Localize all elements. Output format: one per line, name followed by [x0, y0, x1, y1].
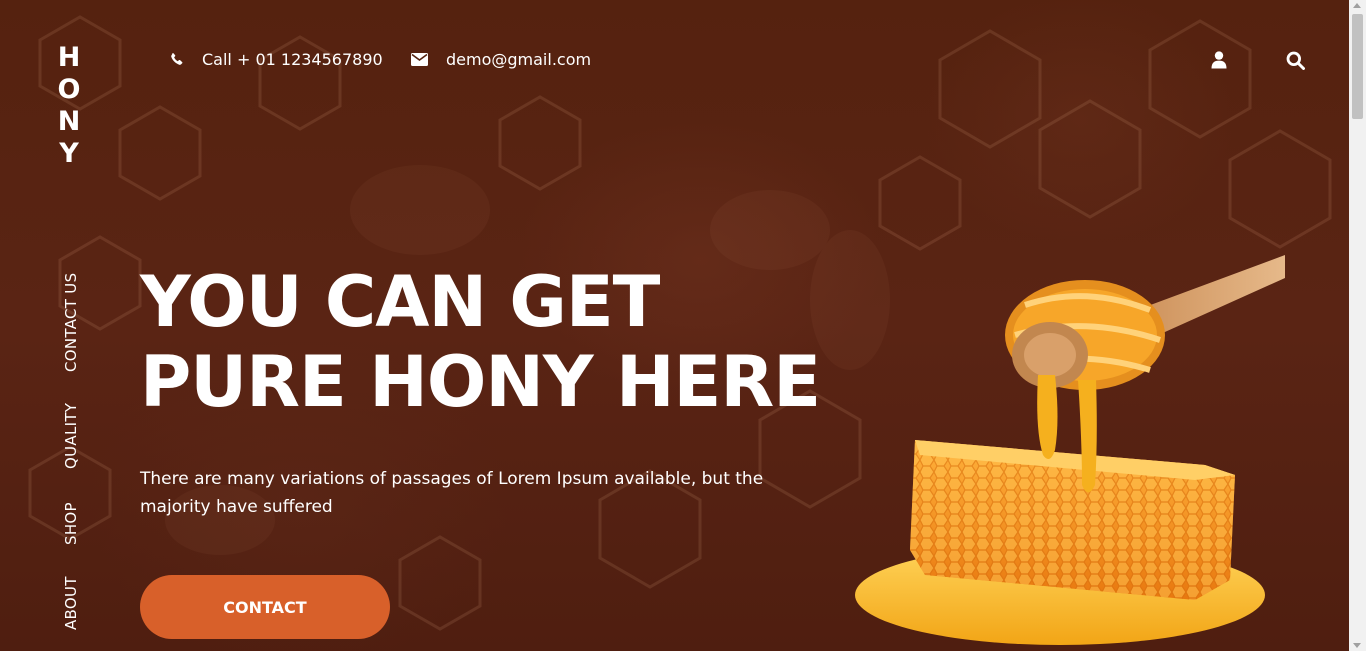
nav-link-about[interactable]: ABOUT — [62, 576, 80, 630]
header-email[interactable]: demo@gmail.com — [411, 47, 591, 71]
logo-letter: O — [57, 74, 81, 105]
hero-description: There are many variations of passages of… — [140, 469, 764, 517]
contact-button[interactable]: CONTACT — [140, 575, 390, 639]
nav-link-quality[interactable]: QUALITY — [62, 403, 80, 469]
logo-letter: H — [57, 42, 81, 73]
page: H O N Y CONTACT US QUALITY SHOP ABOUT Ca… — [0, 0, 1349, 651]
page-scrollbar[interactable] — [1349, 0, 1366, 651]
email-text: demo@gmail.com — [446, 49, 592, 69]
phone-text: Call + 01 1234567890 — [202, 49, 383, 69]
hero-title-line-2: PURE HONY HERE — [140, 341, 821, 423]
hero-title-line-1: YOU CAN GET — [140, 261, 660, 343]
user-button[interactable] — [1209, 50, 1229, 70]
user-icon — [1211, 51, 1227, 69]
logo-letter: N — [57, 106, 81, 137]
nav-link-contact-us[interactable]: CONTACT US — [62, 273, 80, 372]
scroll-down-arrow[interactable] — [1353, 643, 1361, 648]
phone-icon — [171, 52, 183, 65]
brand-logo[interactable]: H O N Y — [57, 42, 81, 170]
hero-title: YOU CAN GET PURE HONY HERE — [140, 262, 840, 422]
scroll-thumb[interactable] — [1352, 14, 1363, 119]
envelope-icon — [411, 52, 428, 66]
search-icon — [1286, 51, 1305, 70]
logo-letter: Y — [59, 138, 79, 169]
honeycomb-dipper-image — [855, 255, 1285, 645]
header-phone[interactable]: Call + 01 1234567890 — [170, 47, 383, 71]
scroll-up-arrow[interactable] — [1353, 3, 1361, 8]
search-button[interactable] — [1285, 50, 1305, 70]
nav-link-shop[interactable]: SHOP — [62, 502, 80, 545]
